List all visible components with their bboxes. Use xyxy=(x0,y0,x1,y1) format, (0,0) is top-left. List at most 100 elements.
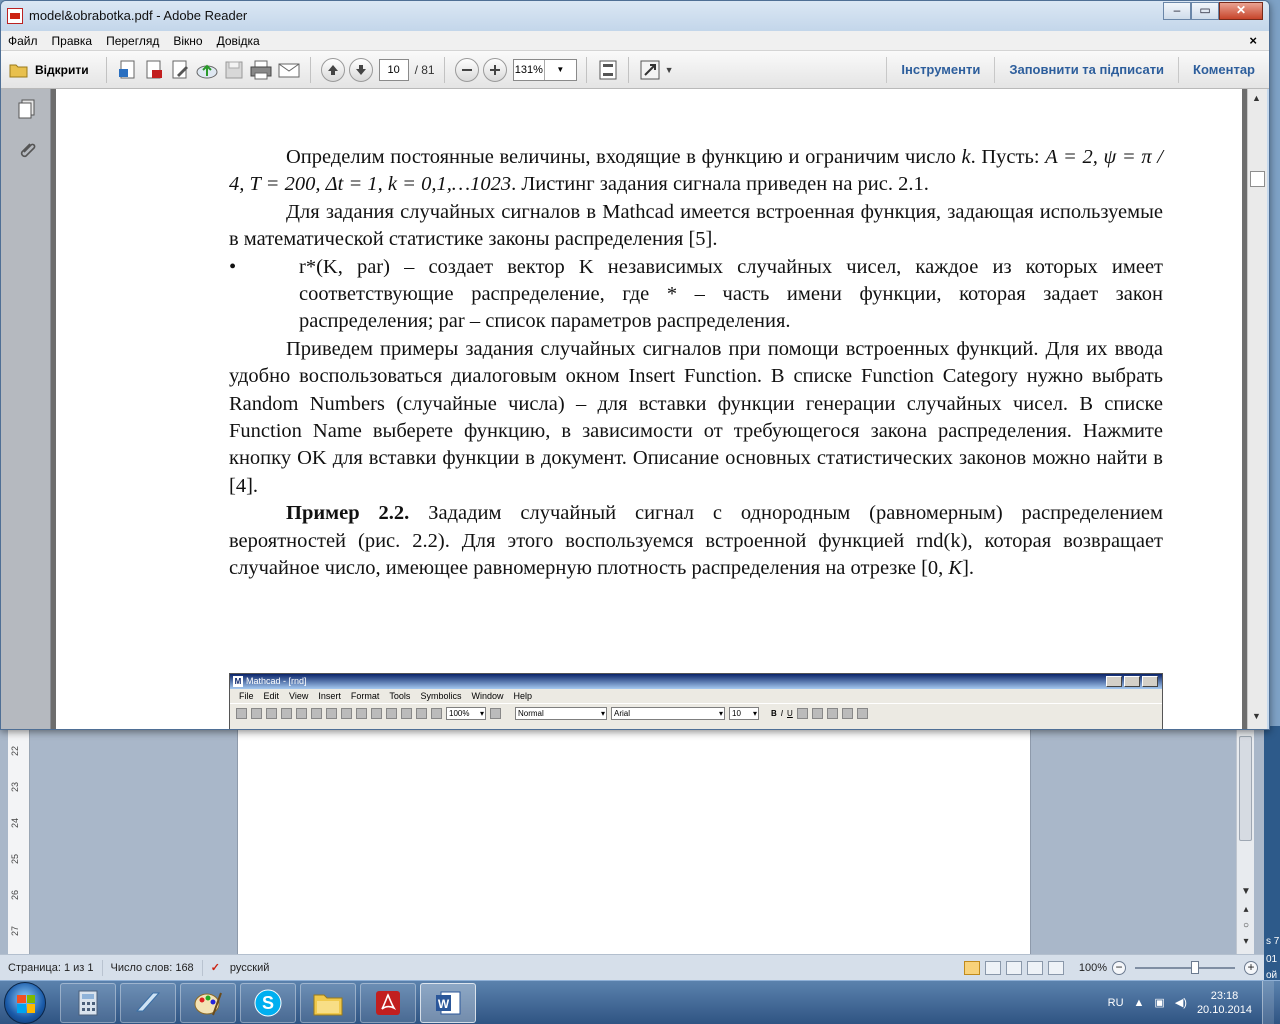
mathcad-title: Mathcad - [rnd] xyxy=(246,676,307,686)
pdf-file-icon xyxy=(7,8,23,24)
zoom-level[interactable]: 100% xyxy=(1079,962,1107,974)
taskbar-explorer-icon[interactable] xyxy=(300,982,356,1023)
email-icon[interactable] xyxy=(277,57,301,83)
mathcad-underline-icon: U xyxy=(787,709,793,718)
export-pdf-icon[interactable] xyxy=(143,57,165,83)
zoom-in-button[interactable] xyxy=(482,57,507,82)
mathcad-tool-icon xyxy=(251,708,262,719)
zoom-out-button[interactable] xyxy=(454,57,479,82)
attachments-paperclip-icon[interactable] xyxy=(15,139,39,163)
previous-page-button[interactable] xyxy=(320,57,345,82)
status-language[interactable]: русский xyxy=(230,960,269,976)
mathcad-tool-icon xyxy=(341,708,352,719)
full-screen-icon[interactable] xyxy=(639,57,661,83)
title-bar[interactable]: model&obrabotka.pdf - Adobe Reader – ▭ ✕ xyxy=(1,1,1269,31)
ruler-number: 25 xyxy=(10,853,20,864)
language-indicator[interactable]: RU xyxy=(1108,997,1124,1009)
page-number-input[interactable]: 10 xyxy=(378,58,409,81)
taskbar-word-icon[interactable]: W xyxy=(420,982,476,1023)
show-hidden-icons-icon[interactable]: ▲ xyxy=(1134,997,1145,1009)
scroll-down-arrow-icon[interactable]: ▼ xyxy=(1252,711,1261,721)
outline-view-button[interactable] xyxy=(1026,960,1043,975)
scroll-thumb[interactable] xyxy=(1239,736,1252,841)
show-desktop-button[interactable] xyxy=(1262,980,1274,1024)
network-icon[interactable]: ▣ xyxy=(1154,996,1164,1009)
clock[interactable]: 23:18 20.10.2014 xyxy=(1197,989,1252,1017)
pdf-page[interactable]: Определим постоянные величины, входящие … xyxy=(56,89,1242,729)
print-layout-view-button[interactable] xyxy=(963,960,980,975)
taskbar-adobe-reader-icon[interactable] xyxy=(360,982,416,1023)
customize-toolbar-icon[interactable]: ▼ xyxy=(665,57,674,83)
paragraph: Определим постоянные величины, входящие … xyxy=(229,146,1163,196)
taskbar-calculator-icon[interactable] xyxy=(60,982,116,1023)
next-page-button[interactable] xyxy=(348,57,373,82)
word-document-page[interactable] xyxy=(237,726,1031,954)
fit-page-icon[interactable] xyxy=(597,57,619,83)
maximize-button[interactable]: ▭ xyxy=(1191,2,1219,20)
save-icon[interactable] xyxy=(223,57,245,83)
ruler-number: 24 xyxy=(10,817,20,828)
mathcad-logo-icon: M xyxy=(233,676,243,687)
menu-view[interactable]: Перегляд xyxy=(99,34,166,48)
pdf-vertical-scrollbar[interactable]: ▲ ▼ xyxy=(1247,89,1267,729)
close-button[interactable]: ✕ xyxy=(1219,2,1263,20)
tab-fill-sign[interactable]: Заповнити та підписати xyxy=(994,56,1178,83)
mathcad-tool-icon xyxy=(311,708,322,719)
taskbar-skype-icon[interactable]: S xyxy=(240,982,296,1023)
menu-help[interactable]: Довідка xyxy=(210,34,267,48)
start-button[interactable] xyxy=(4,981,46,1024)
tab-tools[interactable]: Інструменти xyxy=(886,56,994,83)
draft-view-button[interactable] xyxy=(1047,960,1064,975)
page-thumbnails-icon[interactable] xyxy=(15,97,39,121)
scroll-down-arrow-icon[interactable]: ▼ xyxy=(1240,886,1252,897)
word-vertical-scrollbar[interactable]: ▼ ▴ ○ ▾ xyxy=(1236,726,1254,954)
tab-comment[interactable]: Коментар xyxy=(1178,56,1269,83)
mathcad-menu-item: View xyxy=(289,691,309,701)
minimize-button[interactable]: – xyxy=(1163,2,1191,20)
chevron-down-icon[interactable]: ▼ xyxy=(544,59,576,80)
pdf-text-content[interactable]: Определим постоянные величины, входящие … xyxy=(229,144,1163,583)
status-page-count[interactable]: Страница: 1 из 1 xyxy=(0,959,103,976)
zoom-out-button[interactable]: − xyxy=(1112,960,1126,975)
scroll-thumb[interactable] xyxy=(1250,171,1265,187)
web-layout-view-button[interactable] xyxy=(1005,960,1022,975)
mathcad-menu-item: Window xyxy=(471,691,504,701)
edge-text: s 7 xyxy=(1266,936,1280,947)
svg-text:S: S xyxy=(262,993,274,1013)
taskbar-notebook-icon[interactable] xyxy=(120,982,176,1023)
scroll-up-arrow-icon[interactable]: ▲ xyxy=(1252,93,1261,103)
zoom-select[interactable]: 131% ▼ xyxy=(512,58,577,81)
proofing-icon[interactable]: ✓ xyxy=(211,960,220,976)
upload-cloud-icon[interactable] xyxy=(195,57,219,83)
full-screen-view-button[interactable] xyxy=(984,960,1001,975)
taskbar-paint-icon[interactable] xyxy=(180,982,236,1023)
ruler-number: 26 xyxy=(10,889,20,900)
create-pdf-icon[interactable] xyxy=(117,57,139,83)
mathcad-close-icon xyxy=(1142,676,1158,687)
prev-page-icon[interactable]: ▴ xyxy=(1240,904,1252,915)
volume-icon[interactable]: ◀) xyxy=(1175,996,1187,1009)
zoom-in-button[interactable]: + xyxy=(1244,960,1258,975)
print-icon[interactable] xyxy=(249,57,273,83)
zoom-slider[interactable] xyxy=(1135,960,1235,974)
mathcad-zoom-select: 100% xyxy=(446,707,486,720)
menu-window[interactable]: Вікно xyxy=(166,34,209,48)
close-document-button[interactable]: × xyxy=(1249,33,1269,48)
next-page-icon[interactable]: ▾ xyxy=(1240,936,1252,947)
main-toolbar: Відкрити 10 / 81 131% ▼ ▼ Інструменти Зап… xyxy=(1,51,1269,89)
mathcad-tool-icon xyxy=(856,708,868,719)
clock-time: 23:18 xyxy=(1210,989,1239,1002)
status-word-count[interactable]: Число слов: 168 xyxy=(103,959,203,976)
edit-pdf-icon[interactable] xyxy=(169,57,191,83)
menu-file[interactable]: Файл xyxy=(1,34,45,48)
mathcad-menu-item: Insert xyxy=(318,691,341,701)
zoom-slider-thumb[interactable] xyxy=(1191,960,1199,974)
open-button[interactable]: Відкрити xyxy=(5,57,97,83)
select-browse-object-icon[interactable]: ○ xyxy=(1240,920,1252,931)
paragraph: Приведем примеры задания случайных сигна… xyxy=(229,337,1163,497)
folder-icon xyxy=(9,64,28,77)
ruler-number: 23 xyxy=(10,781,20,792)
open-button-label: Відкрити xyxy=(35,62,89,77)
clock-date: 20.10.2014 xyxy=(1196,1003,1252,1016)
menu-edit[interactable]: Правка xyxy=(45,34,100,48)
